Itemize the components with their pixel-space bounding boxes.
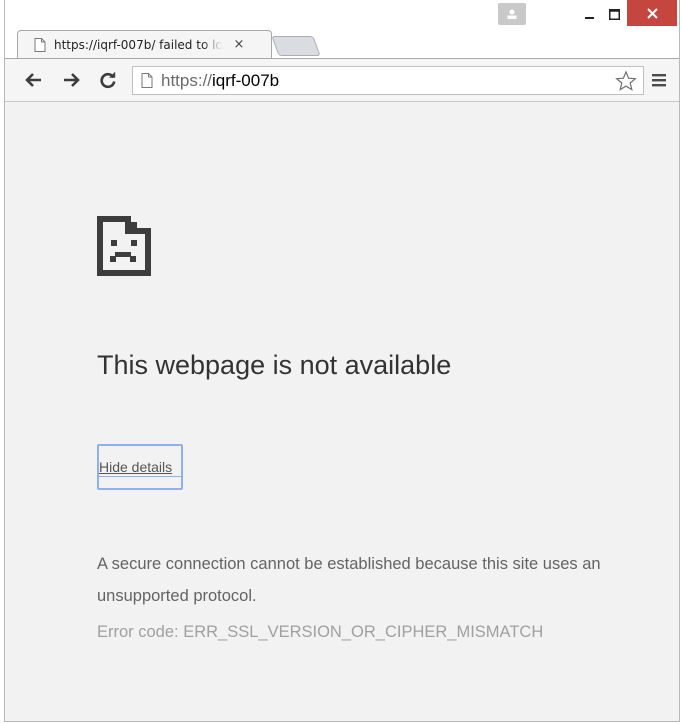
page-icon [141, 73, 153, 88]
close-icon [646, 7, 658, 19]
minimize-icon [585, 17, 594, 19]
title-bar: https://iqrf-007b/ failed to load × [5, 0, 679, 58]
error-description: A secure connection cannot be establishe… [97, 555, 601, 605]
url-host: iqrf-007b [212, 70, 280, 90]
hide-details-label: Hide details [99, 459, 173, 475]
url-scheme: https:// [161, 70, 213, 90]
forward-arrow-icon [64, 73, 80, 87]
forward-button[interactable] [60, 69, 82, 91]
tab-title: https://iqrf-007b/ failed to load [54, 37, 222, 52]
maximize-icon [608, 8, 620, 20]
page-icon [34, 37, 46, 52]
profile-icon [507, 9, 517, 19]
url-text: https://iqrf-007b [161, 71, 279, 91]
profile-button[interactable] [498, 3, 526, 25]
maximize-button[interactable] [601, 0, 627, 28]
minimize-button[interactable] [579, 0, 601, 28]
sad-page-icon [97, 216, 151, 276]
menu-icon[interactable] [650, 71, 668, 89]
reload-icon [100, 71, 116, 89]
tab-close-button[interactable]: × [232, 37, 246, 52]
toolbar: https://iqrf-007b [5, 58, 679, 102]
error-page: This webpage is not available Hide detai… [5, 102, 679, 722]
star-icon[interactable] [615, 70, 637, 92]
back-button[interactable] [23, 69, 45, 91]
hide-details-button[interactable]: Hide details [97, 444, 183, 490]
window-close-button[interactable] [627, 0, 677, 26]
browser-window: https://iqrf-007b/ failed to load × http… [4, 0, 680, 722]
address-bar[interactable]: https://iqrf-007b [132, 66, 644, 95]
new-tab-button[interactable] [271, 36, 321, 56]
tab-active[interactable]: https://iqrf-007b/ failed to load × [17, 30, 272, 58]
error-title: This webpage is not available [97, 350, 452, 380]
error-code: Error code: ERR_SSL_VERSION_OR_CIPHER_MI… [97, 623, 544, 641]
back-arrow-icon [25, 73, 41, 87]
reload-button[interactable] [97, 69, 119, 91]
